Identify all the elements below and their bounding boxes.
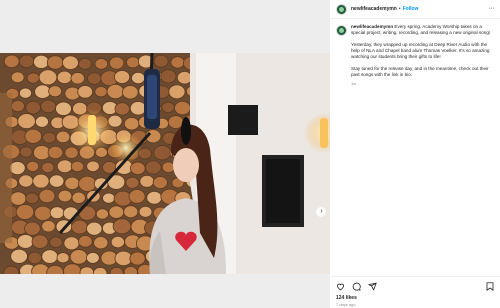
avatar-logo [339, 28, 344, 33]
caption-username[interactable]: newlifeacademymn [351, 24, 393, 29]
caption-body: newlifeacademymn Every spring, Academy W… [351, 24, 496, 87]
heart-icon[interactable] [336, 282, 345, 291]
bookmark-icon[interactable] [486, 282, 494, 291]
caption-paragraph: Stay tuned for the release day, and in t… [351, 66, 489, 77]
post-photo[interactable]: › [0, 53, 330, 274]
carousel-next-button[interactable]: › [316, 207, 326, 217]
recording-studio-image [0, 53, 330, 274]
share-icon[interactable] [368, 282, 377, 291]
like-count[interactable]: 124 likes [336, 295, 357, 301]
post-side-panel: newlifeacademymn • Follow ··· newlifeaca… [330, 0, 500, 308]
post-date: 7 days ago [336, 302, 356, 307]
caption-paragraph: newlifeacademymn Every spring, Academy W… [351, 24, 496, 36]
post-header: newlifeacademymn • Follow ··· [330, 0, 500, 19]
separator-dot: • [398, 6, 401, 12]
avatar[interactable] [336, 3, 347, 15]
chevron-right-icon: › [320, 208, 323, 215]
caption-paragraph: Yesterday, they wrapped up recording at … [351, 42, 490, 59]
follow-button[interactable]: Follow [403, 6, 419, 12]
more-options-icon[interactable]: ··· [489, 5, 495, 12]
avatar-logo [339, 6, 344, 12]
caption-timestamp: 1w [351, 81, 357, 86]
caption-avatar[interactable] [336, 25, 347, 36]
comment-icon[interactable] [352, 282, 361, 291]
post-footer: 124 likes 7 days ago [330, 276, 500, 308]
post-username[interactable]: newlifeacademymn [351, 6, 397, 12]
post-caption: newlifeacademymn Every spring, Academy W… [336, 24, 496, 87]
action-bar [336, 282, 377, 291]
